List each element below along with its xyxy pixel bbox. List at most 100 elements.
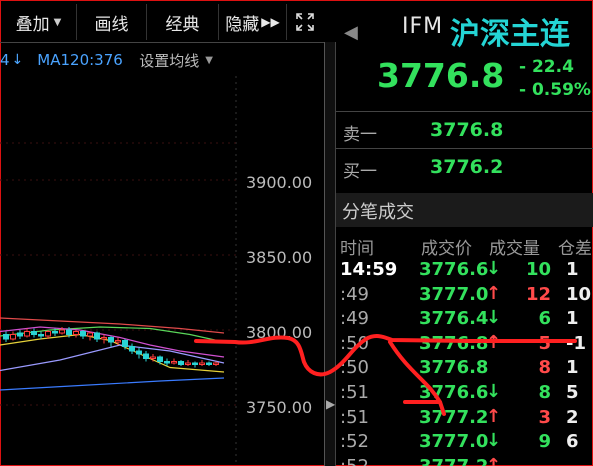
tick-time: :51 [340,406,369,428]
tick-row: 14:59 3776.6 ↓ 10 1 [336,258,593,283]
overlay-label: 叠加 [15,14,50,35]
tick-row: :50 3776.8 ↑ 5 -1 [336,332,593,357]
fullscreen-icon [296,13,314,31]
candle-down [143,353,149,359]
arrow-down-icon: ↓ [486,307,502,329]
candle-up [73,331,79,335]
tick-row: :52 3777.0 ↓ 9 6 [336,430,593,455]
tick-time: :51 [340,381,369,403]
fullscreen-button[interactable] [287,4,323,40]
last-price: 3776.8 [377,56,505,95]
chart-grid [0,76,240,466]
ma-legend: 4 ↓ MA120:376 设置均线 ▼ [0,46,323,74]
candle-up [101,337,107,340]
col-price: 成交价 [421,239,472,259]
tick-open-interest: 5 [566,381,579,403]
ma-line [0,344,225,372]
tick-row: :50 3776.8 8 1 [336,356,593,381]
collapse-arrow-icon[interactable]: ▶ [326,397,335,411]
col-open-interest: 仓差 [558,239,592,259]
tick-volume: 8 [538,381,551,403]
buy1-label: 买一 [343,162,377,182]
panel-splitter[interactable]: ▶ [324,42,336,466]
candle-down [38,334,44,337]
candle-down [3,334,9,340]
double-chevron-right-icon: ▶▶ [261,15,280,29]
tick-time: 14:59 [340,259,398,280]
tick-time: :49 [340,308,369,330]
candle-down [136,350,142,355]
candle-up [10,334,16,340]
y-tick-label: 3800.00 [246,323,312,342]
candle-up [150,356,156,359]
tick-price: 3777.0 [419,283,489,305]
sell1-label: 卖一 [343,125,377,145]
tick-volume: 3 [538,406,551,428]
arrow-up-icon: ↑ [486,454,502,466]
tick-price: 3777.2 [419,456,488,466]
caret-down-icon[interactable]: ▼ [205,55,213,66]
tick-price: 3776.6 [419,259,489,280]
candle-up [45,331,51,337]
tick-row: :52 3777.2↑ [336,455,593,466]
tick-time: :50 [340,332,369,354]
tick-price: 3776.8 [419,332,489,354]
ma-settings-link[interactable]: 设置均线 [139,50,199,71]
arrow-down-icon: ↓ [486,380,502,402]
tick-price: 3777.0 [419,431,489,453]
toolbar-divider [0,42,336,43]
tick-open-interest: -1 [566,332,586,354]
candle-down [52,331,58,334]
draw-line-button[interactable]: 画线 [77,4,147,40]
overlay-dropdown[interactable]: 叠加 ▼ [1,4,77,40]
col-volume: 成交量 [489,239,540,259]
price-change: - 22.4 [519,57,574,77]
tick-row: :51 3777.2 ↑ 3 2 [336,406,593,431]
tick-open-interest: 1 [566,357,579,379]
candle-down [157,356,163,362]
tick-price: 3776.6 [419,381,489,403]
arrow-up-icon: ↑ [486,331,502,353]
tick-volume: 8 [538,357,551,379]
divider [336,111,593,112]
candle-down [129,346,135,352]
classic-button[interactable]: 经典 [147,4,219,40]
candle-up [213,362,219,365]
candle-down [122,340,128,347]
tick-open-interest: 2 [566,406,579,428]
tick-open-interest: 1 [566,308,579,330]
candle-up [87,332,93,337]
candle-down [17,332,23,337]
contract-name: 沪深主连 [450,17,570,52]
hide-button[interactable]: 隐藏 ▶▶ [219,4,287,40]
tick-list: 14:59 3776.6 ↓ 10 1:49 3777.0 ↑ 12 10:49 3776.4 ↓ 6… [336,258,593,466]
y-tick-label: 3850.00 [246,248,312,267]
candle-down [192,362,198,365]
caret-down-icon: ▼ [53,16,62,28]
candle-down [178,361,184,365]
kline-chart[interactable]: 3900.00 3850.00 3800.00 3750.00 [0,76,324,466]
candle-up [199,362,205,365]
tick-row: :49 3777.0 ↑ 12 10 [336,283,593,308]
arrow-up-icon: ↑ [486,405,502,427]
tick-price: 3776.8 [419,357,489,379]
candle-down [80,331,86,337]
candle-down [66,329,72,335]
candle-down [108,337,114,343]
tick-time: :50 [340,357,369,379]
arrow-down-icon: ↓ [11,52,24,68]
candle-up [115,340,121,343]
tick-open-interest: 10 [566,283,592,305]
candle-down [94,332,100,340]
contract-symbol: IFM [402,14,444,39]
tick-volume: 6 [538,308,551,330]
ma-prev-value: 4 [0,51,10,69]
y-tick-label: 3900.00 [246,173,312,192]
back-arrow-icon[interactable]: ◀ [344,22,358,43]
tick-time: :49 [340,283,369,305]
quote-panel: ◀ IFM 沪深主连 3776.8 - 22.4 - 0.59% 卖一 3776… [336,0,593,466]
sell1-price: 3776.8 [430,119,504,141]
buy1-price: 3776.2 [430,156,504,178]
tick-volume: 10 [525,259,551,280]
tick-time: :52 [340,456,369,466]
